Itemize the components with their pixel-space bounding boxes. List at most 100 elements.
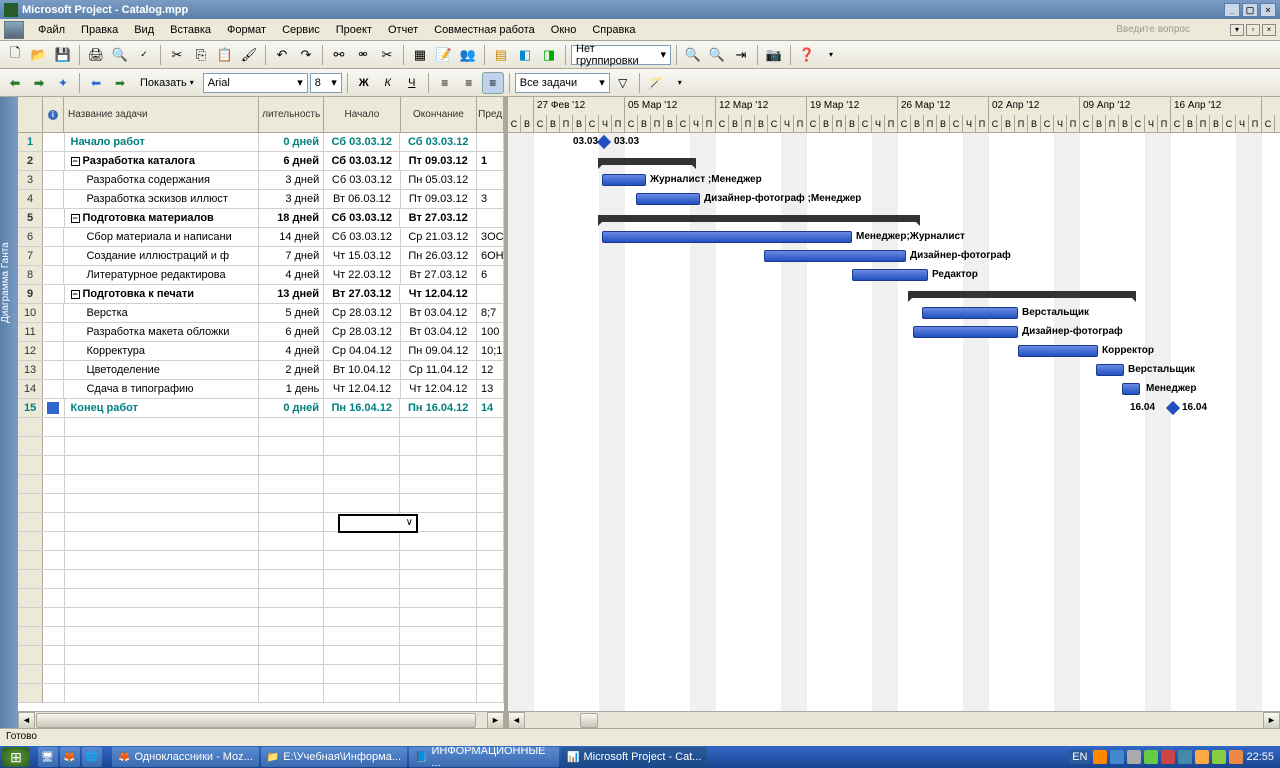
- tray-icon[interactable]: [1212, 750, 1226, 764]
- view-bar[interactable]: Диаграмма Ганта: [0, 97, 18, 728]
- indent2-button[interactable]: ➡: [109, 72, 131, 94]
- quicklaunch-icon[interactable]: 🌐: [82, 747, 102, 767]
- task-bar[interactable]: [602, 174, 646, 186]
- font-combo[interactable]: Arial▾: [203, 73, 308, 93]
- grouping-combo[interactable]: Нет группировки▾: [571, 45, 671, 65]
- maximize-button[interactable]: ▢: [1242, 3, 1258, 17]
- show-button[interactable]: Показать ▾: [133, 72, 201, 94]
- table-row[interactable]: 14Сдача в типографию1 деньЧт 12.04.12Чт …: [18, 380, 504, 399]
- summary-bar[interactable]: [908, 291, 1136, 298]
- tray-icon[interactable]: [1127, 750, 1141, 764]
- table-row[interactable]: 2−Разработка каталога6 днейСб 03.03.12Пт…: [18, 152, 504, 171]
- table-row[interactable]: [18, 475, 504, 494]
- language-indicator[interactable]: EN: [1069, 750, 1090, 764]
- table-row[interactable]: 6Сбор материала и написани14 днейСб 03.0…: [18, 228, 504, 247]
- redo-button[interactable]: ↷: [295, 44, 317, 66]
- task-bar[interactable]: [913, 326, 1018, 338]
- preview-button[interactable]: 🔍: [109, 44, 131, 66]
- menu-window[interactable]: Окно: [543, 21, 585, 39]
- publish-button[interactable]: ▤: [490, 44, 512, 66]
- table-row[interactable]: [18, 608, 504, 627]
- table-row[interactable]: [18, 532, 504, 551]
- outdent2-button[interactable]: ⬅: [85, 72, 107, 94]
- format-painter-button[interactable]: 🖌: [238, 44, 260, 66]
- task-bar[interactable]: [1096, 364, 1124, 376]
- quicklaunch-icon[interactable]: 🦊: [60, 747, 80, 767]
- tray-icon[interactable]: [1093, 750, 1107, 764]
- save-button[interactable]: 💾: [52, 44, 74, 66]
- tray-icon[interactable]: [1110, 750, 1124, 764]
- toolbar-options-button[interactable]: ▾: [820, 44, 842, 66]
- copy-picture-button[interactable]: 📷: [763, 44, 785, 66]
- table-row[interactable]: [18, 513, 504, 532]
- menu-format[interactable]: Формат: [219, 21, 274, 39]
- start-header[interactable]: Начало: [324, 97, 401, 132]
- taskbar-item-active[interactable]: 📊 Microsoft Project - Cat...: [561, 747, 707, 767]
- table-row[interactable]: 8Литературное редактирова4 днейЧт 22.03.…: [18, 266, 504, 285]
- help-button[interactable]: ❓: [796, 44, 818, 66]
- table-row[interactable]: [18, 570, 504, 589]
- gantt-scrollbar[interactable]: ◄ ►: [508, 711, 1280, 728]
- end-header[interactable]: Окончание: [401, 97, 478, 132]
- task-bar[interactable]: [636, 193, 700, 205]
- task-bar[interactable]: [764, 250, 906, 262]
- menu-view[interactable]: Вид: [126, 21, 162, 39]
- quicklaunch-icon[interactable]: 🖥: [38, 747, 58, 767]
- notes-button[interactable]: 📝: [433, 44, 455, 66]
- paste-button[interactable]: 📋: [214, 44, 236, 66]
- doc-newwin-button[interactable]: ▫: [1246, 24, 1260, 36]
- summary-bar[interactable]: [598, 215, 920, 222]
- scroll-left-button[interactable]: ◄: [18, 712, 35, 729]
- task-bar[interactable]: [922, 307, 1018, 319]
- selected-cell-dropdown[interactable]: [338, 514, 418, 533]
- cut-button[interactable]: ✂: [166, 44, 188, 66]
- summary-bar[interactable]: [598, 158, 696, 165]
- taskbar-item[interactable]: 🦊 Одноклассники - Moz...: [112, 747, 259, 767]
- table-row[interactable]: 1Начало работ0 днейСб 03.03.12Сб 03.03.1…: [18, 133, 504, 152]
- task-bar[interactable]: [602, 231, 852, 243]
- table-row[interactable]: 12Корректура4 днейСр 04.04.12Пн 09.04.12…: [18, 342, 504, 361]
- zoom-in-button[interactable]: 🔍: [682, 44, 704, 66]
- undo-button[interactable]: ↶: [271, 44, 293, 66]
- tray-icon[interactable]: [1195, 750, 1209, 764]
- tray-icon[interactable]: [1144, 750, 1158, 764]
- task-bar[interactable]: [1122, 383, 1140, 395]
- table-row[interactable]: [18, 494, 504, 513]
- bold-button[interactable]: Ж: [353, 72, 375, 94]
- menu-file[interactable]: Файл: [30, 21, 73, 39]
- table-row[interactable]: [18, 437, 504, 456]
- gantt-body[interactable]: 03.0303.03Журналист ;МенеджерДизайнер-фо…: [508, 133, 1280, 711]
- table-row[interactable]: 7Создание иллюстраций и ф7 днейЧт 15.03.…: [18, 247, 504, 266]
- goto-task-button[interactable]: ⇥: [730, 44, 752, 66]
- pred-header[interactable]: Пред: [477, 97, 504, 132]
- table-row[interactable]: 4Разработка эскизов иллюст3 днейВт 06.03…: [18, 190, 504, 209]
- size-combo[interactable]: 8▾: [310, 73, 342, 93]
- link-task-button[interactable]: ⚯: [328, 44, 350, 66]
- table-row[interactable]: 15Конец работ0 днейПн 16.04.12Пн 16.04.1…: [18, 399, 504, 418]
- italic-button[interactable]: К: [377, 72, 399, 94]
- menu-project[interactable]: Проект: [328, 21, 380, 39]
- scroll-right-button[interactable]: ►: [487, 712, 504, 729]
- table-row[interactable]: 10Верстка5 днейСр 28.03.12Вт 03.04.128;7: [18, 304, 504, 323]
- table-row[interactable]: 11Разработка макета обложки6 днейСр 28.0…: [18, 323, 504, 342]
- prev-button[interactable]: ⬅: [4, 72, 26, 94]
- table-row[interactable]: [18, 456, 504, 475]
- table-row[interactable]: 13Цветоделение2 днейВт 10.04.12Ср 11.04.…: [18, 361, 504, 380]
- left-scrollbar[interactable]: ◄ ►: [18, 711, 504, 728]
- align-center-button[interactable]: ≡: [458, 72, 480, 94]
- tray-icon[interactable]: [1178, 750, 1192, 764]
- spelling-button[interactable]: ✓: [133, 44, 155, 66]
- task-bar[interactable]: [852, 269, 928, 281]
- tray-icon[interactable]: [1161, 750, 1175, 764]
- system-tray[interactable]: EN 22:55: [1069, 750, 1278, 764]
- start-button[interactable]: ⊞: [2, 747, 30, 767]
- toolbar2-options-button[interactable]: ▾: [669, 72, 691, 94]
- table-row[interactable]: [18, 665, 504, 684]
- duration-header[interactable]: лительность: [259, 97, 324, 132]
- clock[interactable]: 22:55: [1246, 751, 1274, 763]
- wizard-button[interactable]: 🪄: [645, 72, 667, 94]
- outdent-button[interactable]: ◧: [514, 44, 536, 66]
- gantt-scroll-left-button[interactable]: ◄: [508, 712, 525, 728]
- menu-tools[interactable]: Сервис: [274, 21, 328, 39]
- align-left-button[interactable]: ≡: [434, 72, 456, 94]
